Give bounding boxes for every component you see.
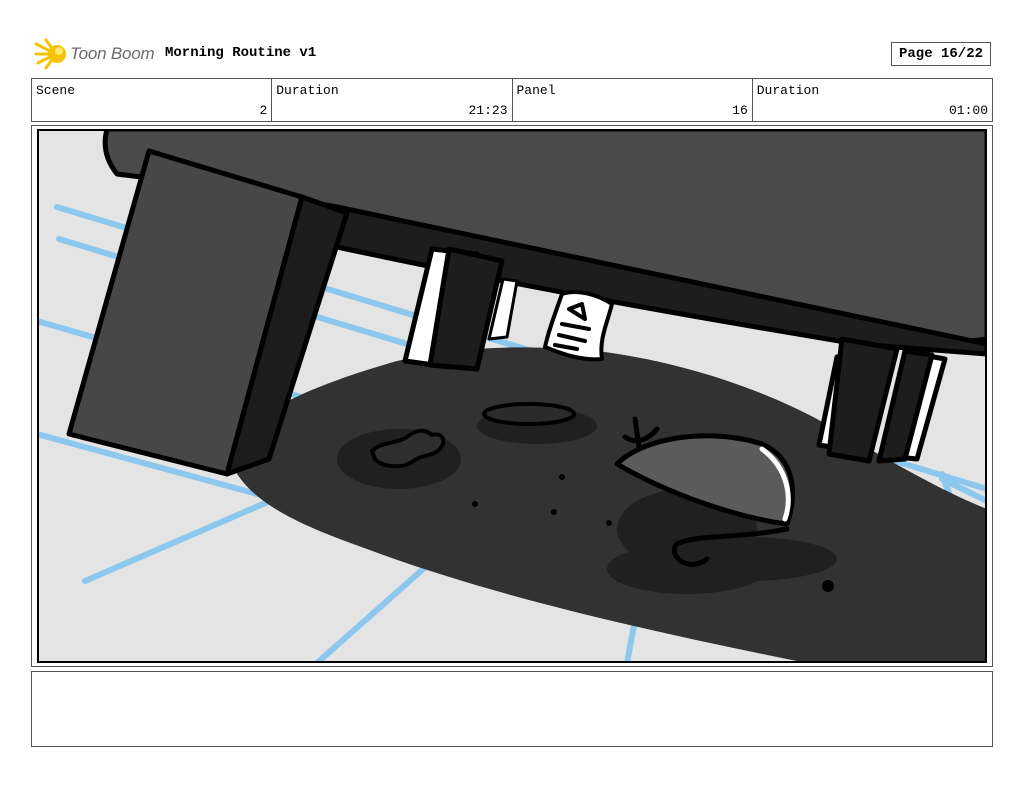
page-indicator: Page 16/22 <box>891 42 991 66</box>
scene-duration-value: 21:23 <box>468 103 508 118</box>
storyboard-panel <box>31 125 993 667</box>
panel-duration-value: 01:00 <box>948 103 988 118</box>
panel-cell: Panel 16 <box>513 79 753 121</box>
panel-value: 16 <box>732 103 748 118</box>
logo-text: Toon Boom <box>70 44 155 63</box>
toon-boom-logo: Toon Boom <box>34 38 155 70</box>
panel-duration-cell: Duration 01:00 <box>753 79 992 121</box>
panel-notes[interactable] <box>31 671 993 747</box>
scene-value: 2 <box>259 103 268 118</box>
scene-label: Scene <box>36 83 76 98</box>
scene-duration-cell: Duration 21:23 <box>272 79 513 121</box>
panel-info-row: Scene 2 Duration 21:23 Panel 16 Duration… <box>31 78 993 122</box>
sun-burst-icon <box>34 38 66 70</box>
panel-label: Panel <box>516 83 556 98</box>
panel-duration-label: Duration <box>756 83 820 98</box>
document-title: Morning Routine v1 <box>165 45 317 61</box>
panel-drawing <box>37 129 987 663</box>
scene-cell: Scene 2 <box>32 79 273 121</box>
scene-duration-label: Duration <box>276 83 339 98</box>
